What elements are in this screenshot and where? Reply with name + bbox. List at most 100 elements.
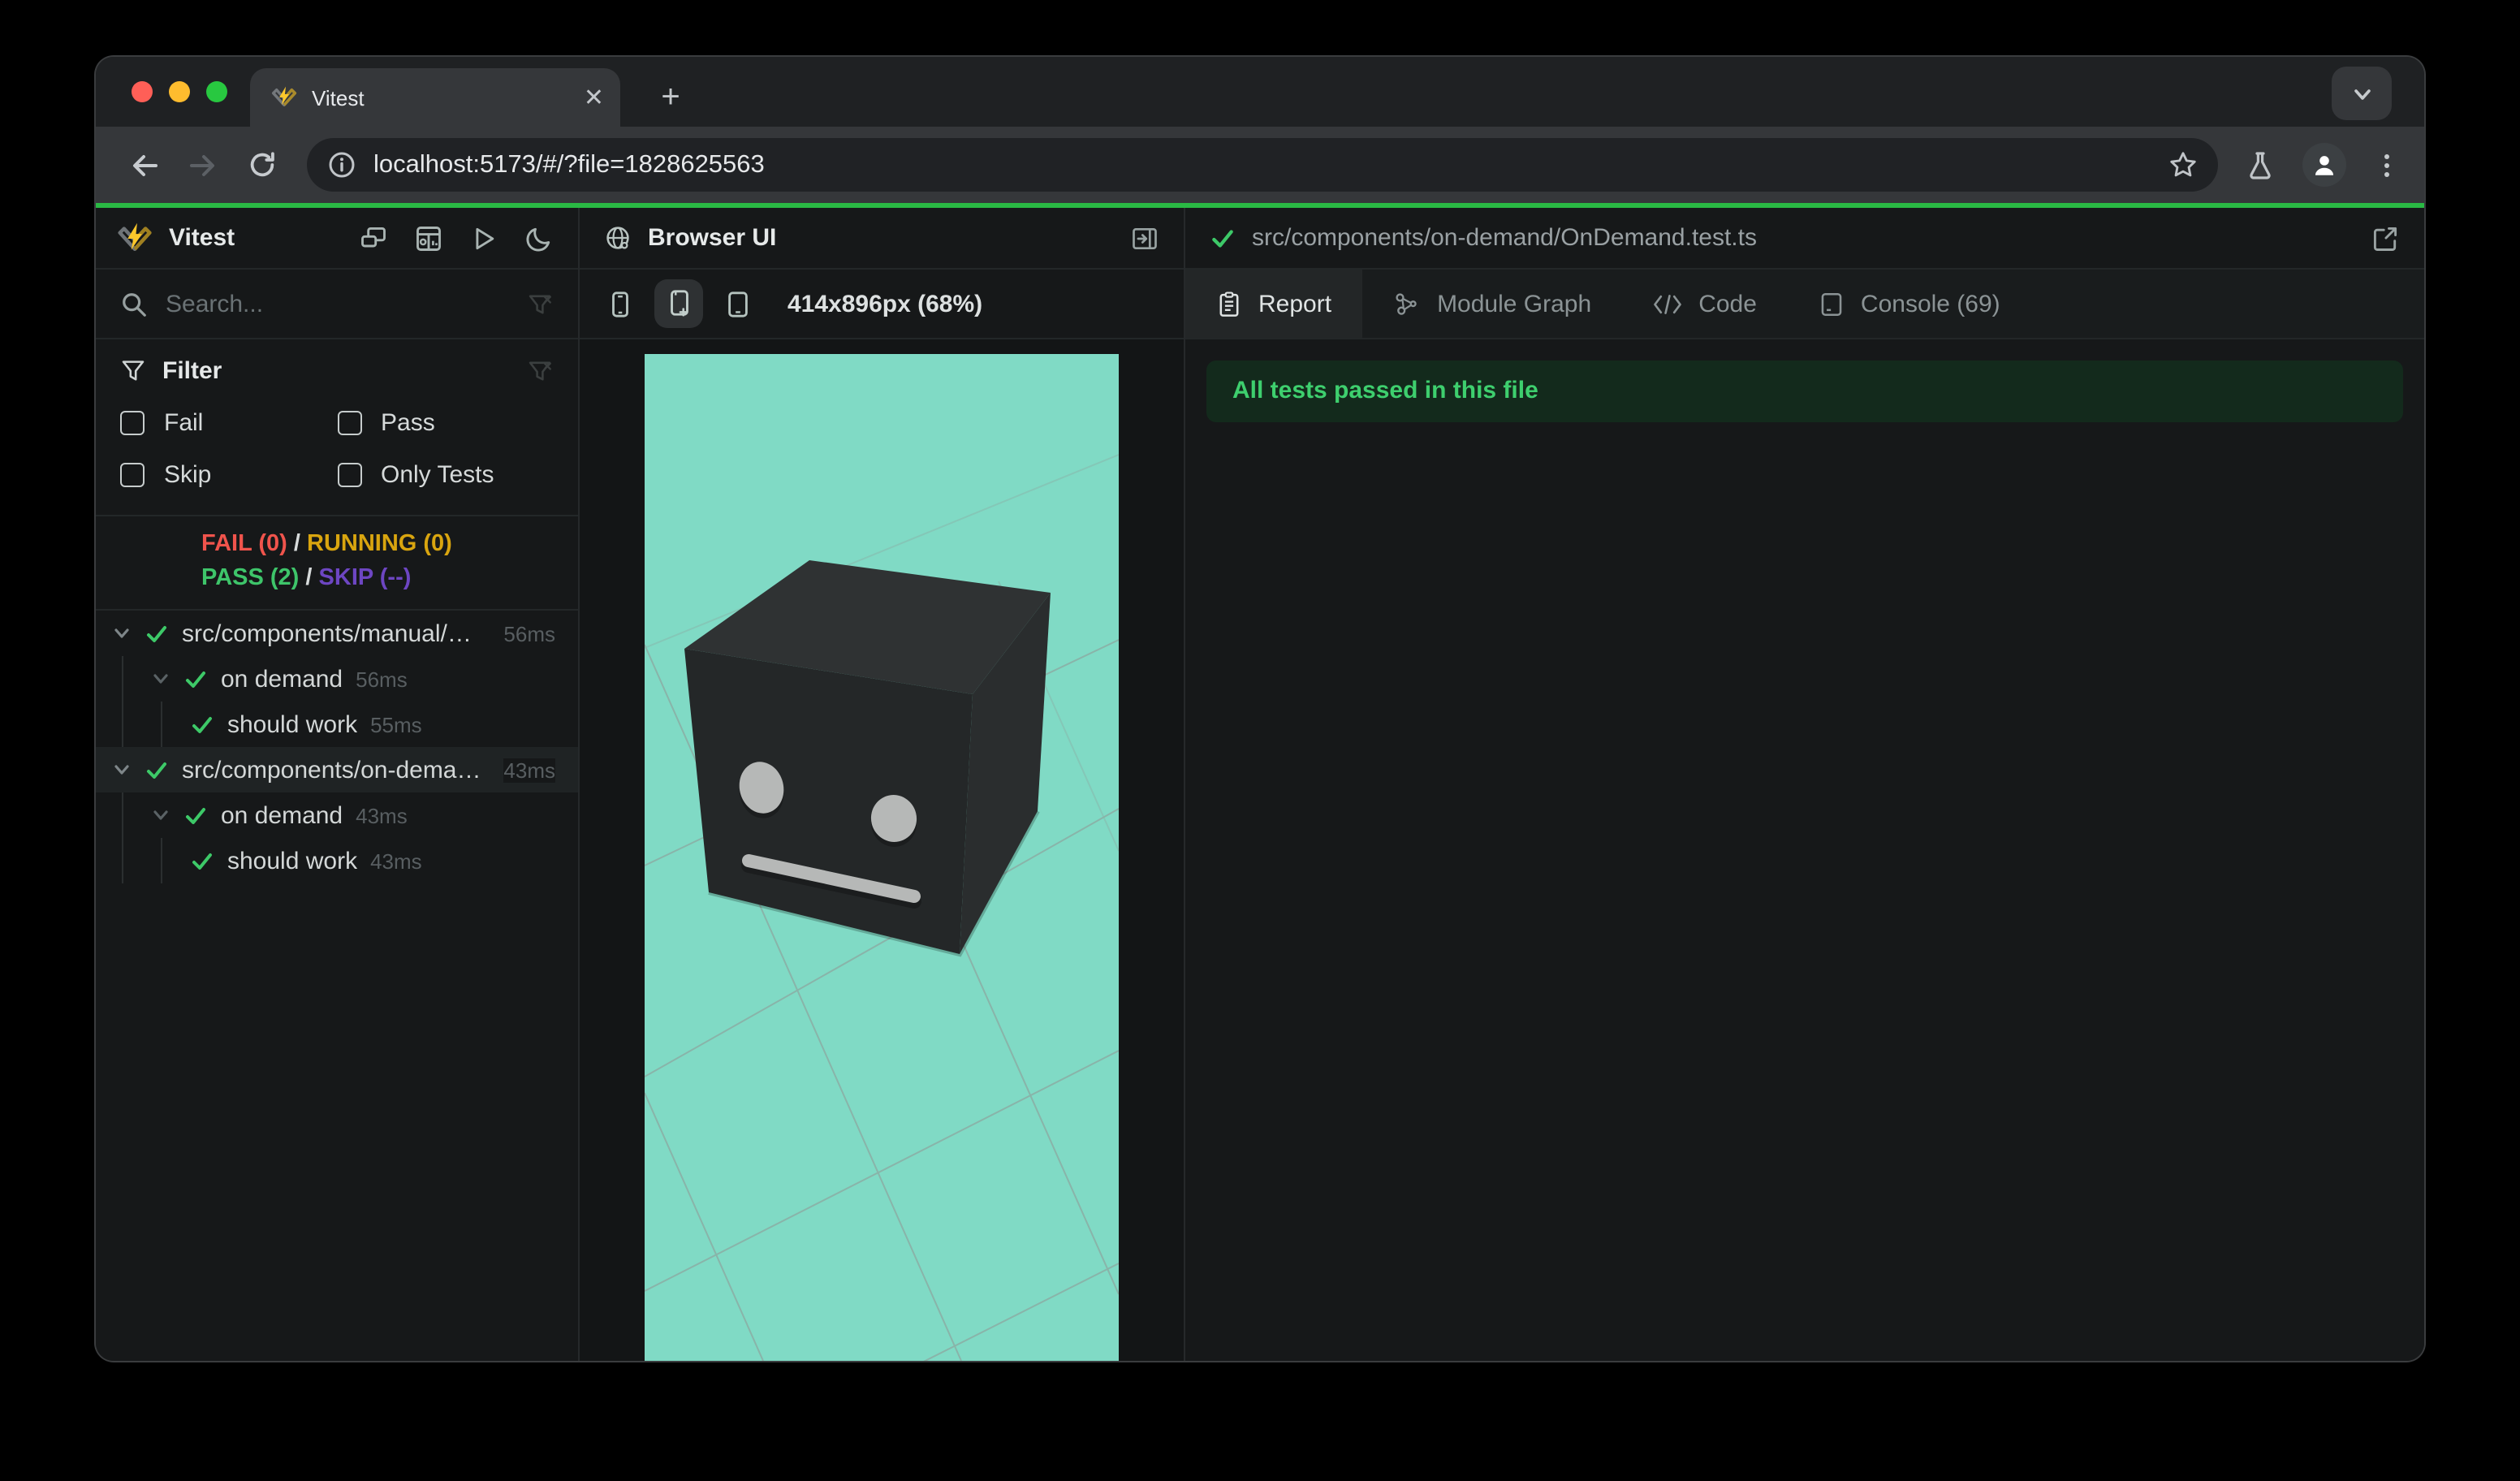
test-case-row[interactable]: should work 55ms [96, 702, 578, 747]
browser-ui-title: Browser UI [648, 224, 777, 252]
globe-icon [604, 224, 632, 252]
pass-check-icon [183, 803, 208, 827]
clear-filter-icon[interactable] [526, 356, 554, 384]
test-tree: src/components/manual/… 56ms on demand 5… [96, 611, 578, 1361]
test-file-row-selected[interactable]: src/components/on-dema… 43ms [96, 747, 578, 792]
traffic-lights [132, 80, 227, 101]
device-tablet-button[interactable] [713, 279, 762, 328]
run-all-icon[interactable] [469, 223, 498, 253]
browser-tab[interactable]: Vitest ✕ [250, 68, 620, 127]
search-input[interactable] [166, 290, 526, 317]
filter-checkbox-pass[interactable]: Pass [337, 398, 554, 447]
sidebar: Vitest Search... Filter Fail Pass Skip O… [96, 208, 580, 1361]
pass-check-icon [1210, 225, 1236, 251]
toolbar-trailing [2244, 143, 2401, 187]
test-case-row[interactable]: should work 43ms [96, 838, 578, 883]
chevron-down-icon [2350, 82, 2373, 105]
tab-code[interactable]: Code [1622, 270, 1788, 338]
pass-check-icon [145, 621, 169, 646]
test-suite-row[interactable]: on demand 56ms [96, 656, 578, 702]
file-path: src/components/on-demand/OnDemand.test.t… [1252, 224, 1757, 252]
clear-filter-icon[interactable] [526, 290, 554, 317]
stats-line-2: PASS (2) / SKIP (--) [201, 565, 412, 591]
profile-avatar[interactable] [2302, 143, 2346, 187]
filter-checkbox-fail[interactable]: Fail [120, 398, 337, 447]
open-panel-right-icon[interactable] [1130, 223, 1159, 253]
back-button[interactable] [119, 139, 170, 191]
threejs-scene [644, 454, 1120, 1361]
browser-ui-header: Browser UI [580, 208, 1184, 270]
test-stats: FAIL (0) / RUNNING (0) PASS (2) / SKIP (… [96, 516, 578, 611]
all-tests-passed-banner: All tests passed in this file [1206, 361, 2403, 422]
duration-badge: 43ms [356, 803, 408, 827]
device-phone-plus-button[interactable] [654, 279, 703, 328]
preview-area [580, 339, 1184, 1361]
viewport-size-label: 414x896px (68%) [788, 290, 983, 317]
filter-funnel-icon [120, 357, 146, 383]
bookmark-star-icon[interactable] [2168, 149, 2199, 180]
module-graph-icon [1393, 290, 1421, 317]
filter-section: Filter Fail Pass Skip Only Tests [96, 339, 578, 516]
search-icon [120, 290, 148, 317]
new-tab-button[interactable]: + [648, 75, 693, 120]
tab-console[interactable]: Console (69) [1788, 270, 2031, 338]
filter-title: Filter [162, 356, 222, 384]
test-file-row[interactable]: src/components/manual/… 56ms [96, 611, 578, 656]
url-text: localhost:5173/#/?file=1828625563 [373, 150, 765, 178]
tab-title: Vitest [312, 85, 365, 110]
site-info-icon[interactable] [328, 151, 356, 179]
filter-checkbox-only-tests[interactable]: Only Tests [337, 450, 554, 499]
dock-panels-icon[interactable] [359, 223, 388, 253]
browser-toolbar: localhost:5173/#/?file=1828625563 [96, 127, 2424, 203]
duration-badge: 43ms [370, 848, 422, 873]
app-title: Vitest [169, 224, 235, 252]
vitest-ui: Vitest Search... Filter Fail Pass Skip O… [96, 208, 2424, 1361]
screen: Vitest ✕ + localhost:5173/#/?file=182862… [0, 0, 2520, 1481]
pass-check-icon [183, 667, 208, 691]
pass-check-icon [190, 712, 214, 736]
close-window-button[interactable] [132, 80, 153, 101]
tab-search-button[interactable] [2332, 67, 2392, 120]
browser-ui-panel: Browser UI 414x896px (68%) [580, 208, 1185, 1361]
tab-strip: Vitest ✕ + [96, 57, 2424, 127]
menu-dots-icon[interactable] [2372, 150, 2401, 179]
chevron-down-icon[interactable] [112, 624, 132, 643]
chevron-down-icon[interactable] [151, 805, 170, 825]
maximize-window-button[interactable] [206, 80, 227, 101]
experiments-flask-icon[interactable] [2244, 149, 2276, 181]
pass-check-icon [190, 848, 214, 873]
checkbox[interactable] [120, 410, 145, 434]
pass-check-icon [145, 758, 169, 782]
duration-badge: 43ms [503, 758, 555, 782]
test-suite-row[interactable]: on demand 43ms [96, 792, 578, 838]
tab-close-icon[interactable]: ✕ [584, 85, 604, 110]
reload-button[interactable] [235, 139, 287, 191]
chevron-down-icon[interactable] [112, 760, 132, 779]
tab-module-graph[interactable]: Module Graph [1362, 270, 1622, 338]
url-bar[interactable]: localhost:5173/#/?file=1828625563 [307, 138, 2218, 192]
duration-badge: 55ms [370, 712, 422, 736]
filter-checkbox-skip[interactable]: Skip [120, 450, 337, 499]
clipboard-icon [1216, 290, 1242, 317]
dashboard-icon[interactable] [414, 223, 443, 253]
stats-line-1: FAIL (0) / RUNNING (0) [201, 531, 452, 557]
tab-report[interactable]: Report [1185, 270, 1363, 338]
checkbox[interactable] [337, 410, 361, 434]
forward-button[interactable] [177, 139, 229, 191]
duration-badge: 56ms [503, 621, 555, 646]
device-viewport[interactable] [644, 354, 1120, 1361]
chevron-down-icon[interactable] [151, 669, 170, 689]
external-link-icon[interactable] [2371, 223, 2400, 253]
browser-window: Vitest ✕ + localhost:5173/#/?file=182862… [96, 57, 2424, 1361]
minimize-window-button[interactable] [169, 80, 190, 101]
cube-front-face [684, 649, 973, 954]
checkbox[interactable] [337, 462, 361, 486]
report-content: All tests passed in this file [1185, 339, 2424, 1361]
vitest-favicon [271, 84, 297, 110]
device-phone-small-button[interactable] [596, 279, 645, 328]
dark-mode-moon-icon[interactable] [524, 223, 554, 253]
search-row [96, 270, 578, 339]
checkbox[interactable] [120, 462, 145, 486]
file-header: src/components/on-demand/OnDemand.test.t… [1185, 208, 2424, 270]
report-tabs: Report Module Graph Code Console (69) [1185, 270, 2424, 339]
